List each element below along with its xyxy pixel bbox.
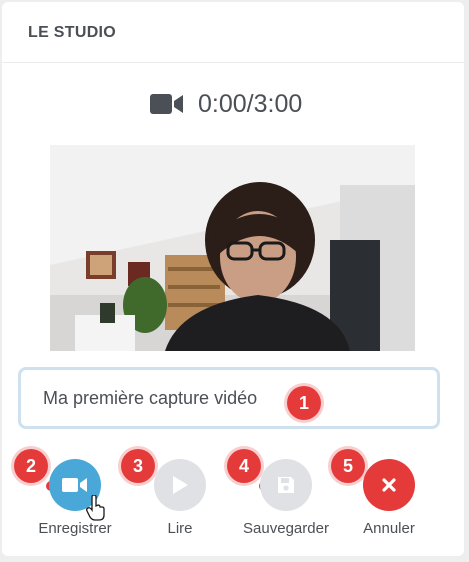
video-preview [50, 145, 415, 351]
hand-cursor-icon [86, 495, 105, 521]
video-camera-icon [62, 478, 87, 492]
video-camera-icon [150, 94, 183, 114]
card-header: LE STUDIO [2, 2, 464, 63]
play-label: Lire [167, 520, 193, 537]
save-button[interactable] [260, 459, 312, 511]
video-title-input[interactable] [18, 367, 440, 429]
cancel-label: Annuler [363, 520, 415, 537]
callout-badge-3: 3 [121, 449, 155, 483]
callout-badge-2: 2 [14, 449, 48, 483]
play-icon [173, 476, 188, 494]
close-icon [382, 478, 396, 492]
play-button[interactable] [154, 459, 206, 511]
card-title: LE STUDIO [28, 24, 117, 41]
timer-text: 0:00/3:00 [198, 89, 303, 118]
cancel-button[interactable] [363, 459, 415, 511]
record-label: Enregistrer [38, 520, 112, 537]
webcam-frame [50, 145, 415, 351]
floppy-disk-icon [278, 477, 294, 493]
callout-badge-5: 5 [331, 449, 365, 483]
save-label: Sauvegarder [243, 520, 329, 537]
callout-badge-1: 1 [287, 386, 321, 420]
recording-timer: 0:00/3:00 [150, 86, 302, 122]
callout-badge-4: 4 [227, 449, 261, 483]
